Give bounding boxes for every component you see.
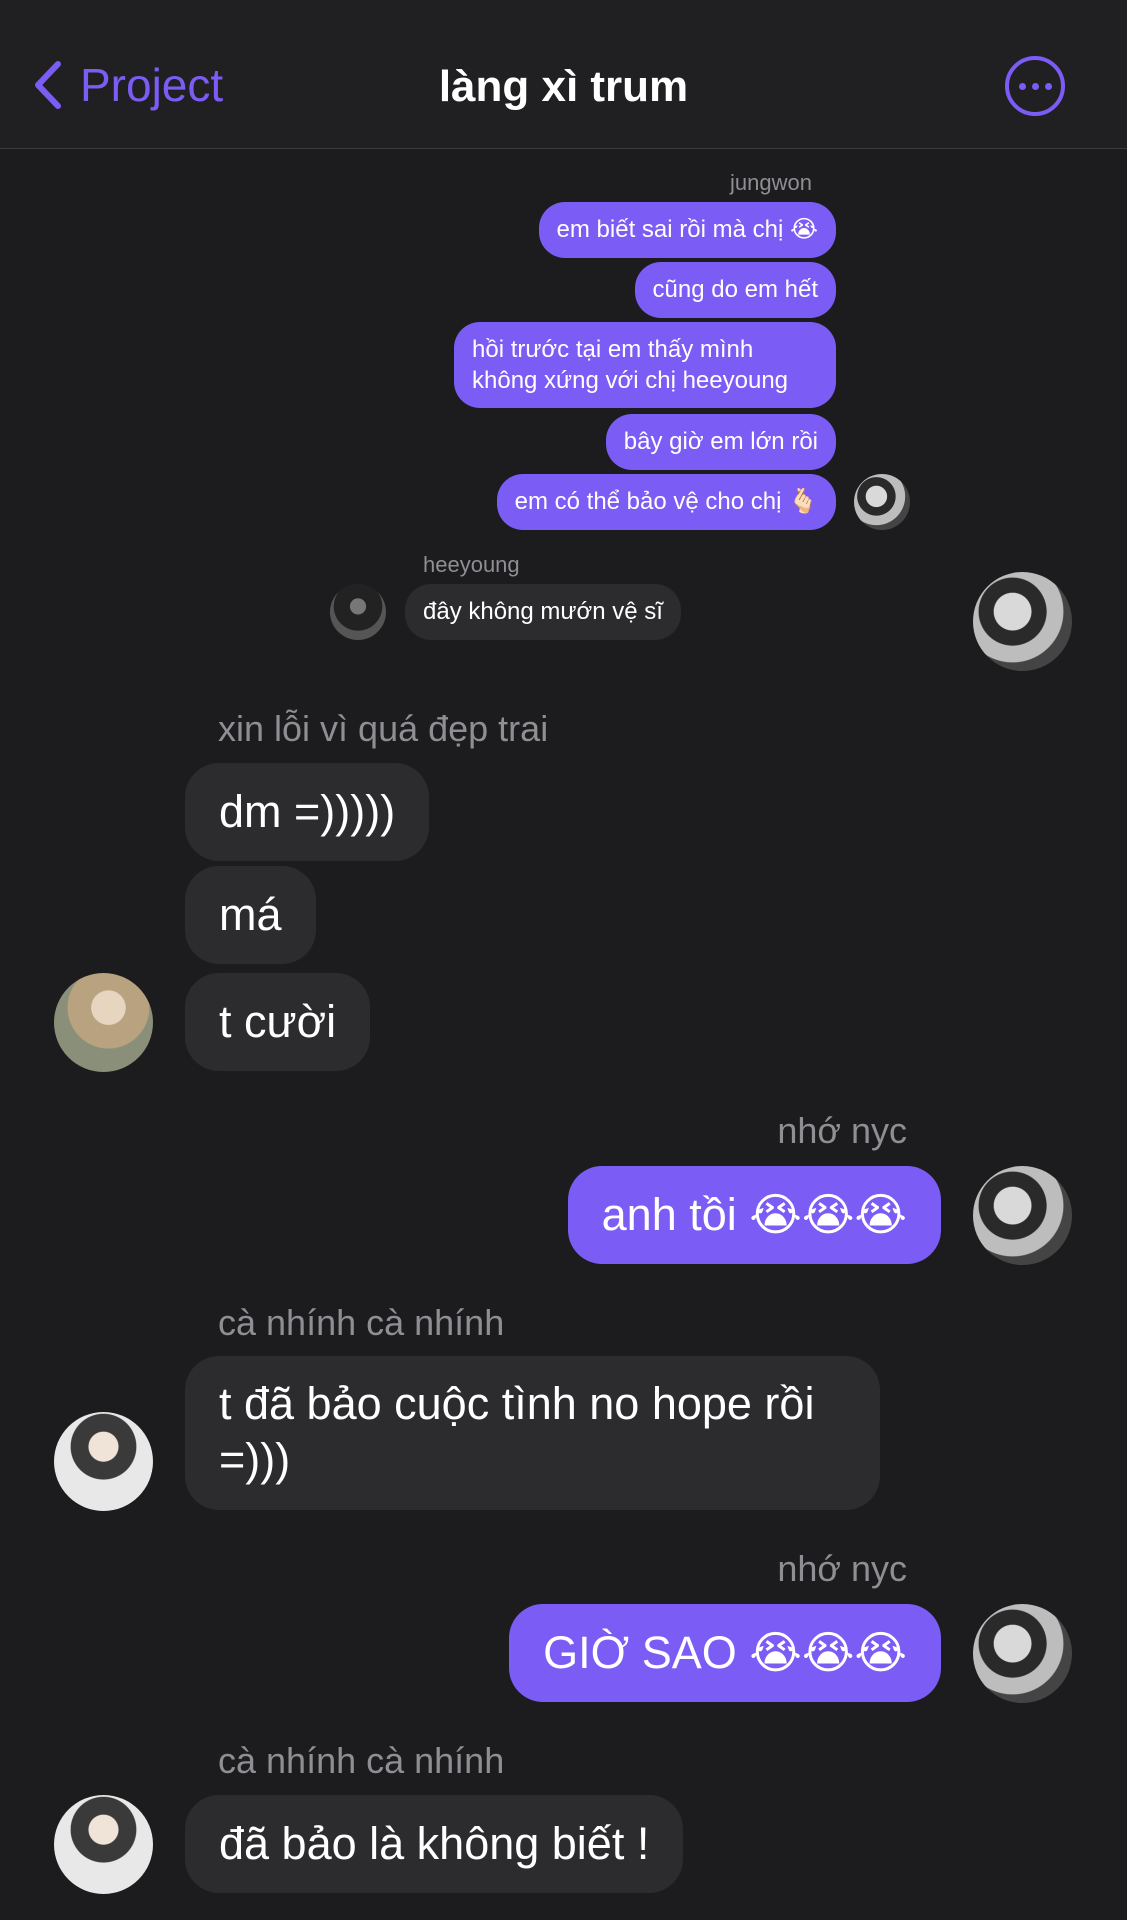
screenshot-bubble: bây giờ em lớn rồi (605, 414, 836, 470)
avatar[interactable] (973, 572, 1072, 671)
sender-name: xin lỗi vì quá đẹp trai (218, 708, 549, 749)
message-bubble[interactable]: GIỜ SAO 😭😭😭 (509, 1604, 941, 1702)
dot (1031, 82, 1039, 90)
dot (1018, 82, 1026, 90)
avatar[interactable] (54, 1795, 153, 1894)
message-bubble[interactable]: đã bảo là không biết ! (185, 1795, 684, 1893)
screenshot-bubble: cũng do em hết (634, 262, 836, 318)
chat-title: làng xì trum (438, 62, 689, 111)
message-bubble[interactable]: anh tồi 😭😭😭 (567, 1166, 941, 1264)
sender-name: cà nhính cà nhính (218, 1740, 505, 1781)
screenshot-sender-name: jungwon (730, 170, 812, 195)
screenshot-bubble: em có thể bảo vệ cho chị 🫰🏻 (496, 474, 836, 530)
sender-name: nhớ nyc (777, 1110, 907, 1151)
message-bubble[interactable]: t đã bảo cuộc tình no hope rồi =))) (185, 1356, 880, 1510)
screenshot-bubble: đây không mướn vệ sĩ (405, 584, 681, 640)
sender-name: nhớ nyc (777, 1548, 907, 1589)
nav-bar: Project làng xì trum (0, 0, 1127, 149)
message-bubble[interactable]: t cười (185, 973, 371, 1071)
avatar (330, 584, 386, 640)
avatar[interactable] (973, 1166, 1072, 1265)
avatar[interactable] (54, 973, 153, 1072)
message-bubble[interactable]: má (185, 866, 316, 964)
screenshot-bubble: hồi trước tại em thấy mình không xứng vớ… (454, 322, 836, 408)
screenshot-bubble: em biết sai rồi mà chị 😭 (538, 202, 836, 258)
more-options-button[interactable] (1005, 56, 1065, 116)
message-bubble[interactable]: dm =))))) (185, 763, 430, 861)
screenshot-sender-name: heeyoung (423, 552, 520, 577)
avatar[interactable] (54, 1412, 153, 1511)
avatar (854, 474, 910, 530)
dot (1044, 82, 1052, 90)
sender-name: cà nhính cà nhính (218, 1302, 505, 1343)
avatar[interactable] (973, 1604, 1072, 1703)
